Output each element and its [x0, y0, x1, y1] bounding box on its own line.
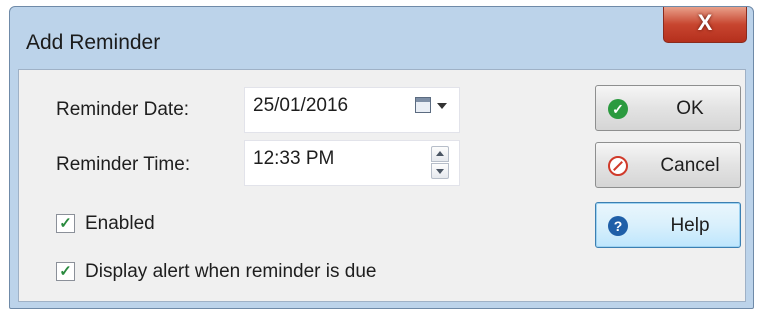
- cancel-button-label: Cancel: [660, 155, 720, 176]
- time-spinner[interactable]: [431, 146, 449, 180]
- close-button[interactable]: X: [663, 7, 747, 43]
- reminder-time-field[interactable]: 12:33 PM: [244, 140, 460, 186]
- help-button[interactable]: ? Help: [595, 202, 741, 248]
- enabled-label: Enabled: [85, 213, 155, 234]
- display-alert-option[interactable]: ✓ Display alert when reminder is due: [56, 261, 476, 285]
- add-reminder-dialog: Add Reminder X Reminder Date: 25/01/2016…: [9, 6, 754, 309]
- ok-button-label: OK: [676, 98, 704, 119]
- reminder-time-value: 12:33 PM: [253, 148, 335, 169]
- help-icon: ?: [608, 216, 628, 236]
- chevron-down-icon[interactable]: [437, 103, 447, 109]
- spin-down-icon[interactable]: [431, 163, 449, 179]
- dialog-body: Reminder Date: 25/01/2016 Reminder Time:…: [18, 69, 746, 302]
- cancel-button[interactable]: Cancel: [595, 142, 741, 188]
- reminder-date-value: 25/01/2016: [253, 95, 349, 116]
- display-alert-label: Display alert when reminder is due: [85, 261, 377, 282]
- title-bar[interactable]: Add Reminder X: [10, 7, 753, 69]
- enabled-checkbox[interactable]: ✓: [56, 214, 75, 233]
- calendar-icon[interactable]: [415, 97, 431, 113]
- spin-up-icon[interactable]: [431, 146, 449, 162]
- reminder-date-picker[interactable]: 25/01/2016: [244, 87, 460, 133]
- help-button-label: Help: [670, 215, 710, 236]
- display-alert-checkbox[interactable]: ✓: [56, 262, 75, 281]
- reminder-date-label: Reminder Date:: [56, 99, 190, 120]
- reminder-time-label: Reminder Time:: [56, 154, 191, 175]
- enabled-option[interactable]: ✓ Enabled: [56, 213, 256, 237]
- close-icon: X: [697, 10, 713, 35]
- dialog-title: Add Reminder: [26, 31, 161, 54]
- ok-button[interactable]: ✓ OK: [595, 85, 741, 131]
- checkmark-icon: ✓: [608, 99, 628, 119]
- cancel-icon: [608, 156, 628, 176]
